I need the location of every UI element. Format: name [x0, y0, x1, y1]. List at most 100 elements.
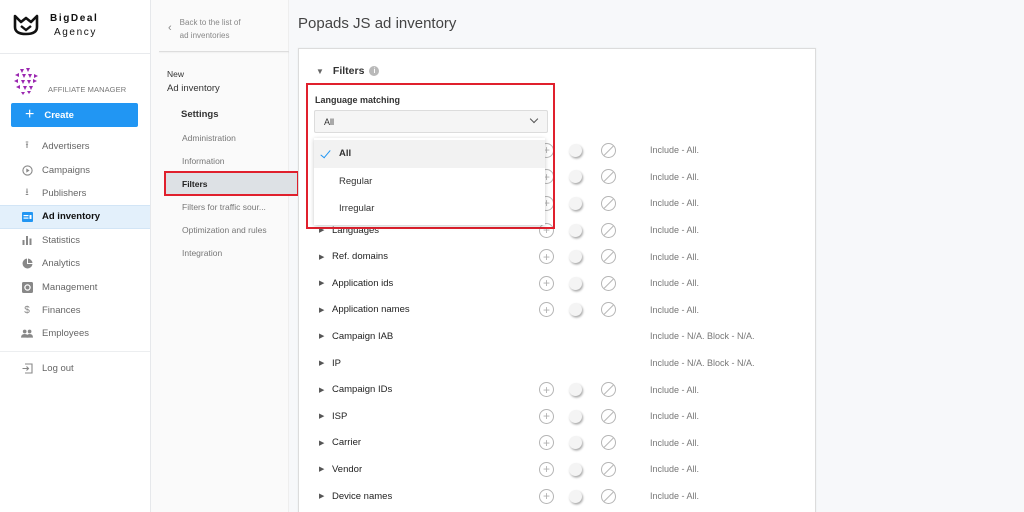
include-toggle[interactable]: [569, 276, 586, 290]
nav-item-statistics[interactable]: Statistics: [0, 229, 150, 252]
filter-status: Include - N/A. Block - N/A.: [650, 331, 755, 342]
include-toggle[interactable]: [569, 170, 586, 184]
include-toggle[interactable]: [569, 143, 586, 157]
add-circle-icon[interactable]: +: [539, 435, 554, 451]
block-icon[interactable]: [601, 382, 616, 398]
caret-right-icon[interactable]: ▶: [319, 359, 324, 367]
settings-item-optimization[interactable]: Optimization and rules: [165, 218, 298, 241]
block-icon[interactable]: [601, 222, 616, 238]
filter-row: ▶ Application names + Include - All.: [299, 297, 817, 324]
caret-right-icon[interactable]: ▶: [319, 279, 324, 287]
option-irregular[interactable]: Irregular: [314, 195, 545, 223]
caret-right-icon[interactable]: ▶: [319, 465, 324, 473]
role-label: AFFILIATE MANAGER: [48, 85, 127, 94]
nav-item-campaigns[interactable]: Campaigns: [0, 158, 150, 181]
add-circle-icon[interactable]: +: [539, 302, 554, 318]
logout-icon: [21, 362, 33, 374]
filter-label: Device names: [332, 490, 393, 502]
caret-right-icon[interactable]: ▶: [319, 332, 324, 340]
settings-heading: Settings: [181, 109, 219, 120]
settings-item-information[interactable]: Information: [165, 149, 298, 172]
settings-item-administration[interactable]: Administration: [165, 126, 298, 149]
block-icon[interactable]: [601, 435, 616, 451]
filter-row: ▶ Campaign IAB Include - N/A. Block - N/A.: [299, 323, 817, 350]
plus-icon: +: [25, 106, 35, 123]
nav-item-publishers[interactable]: ⭳ Publishers: [0, 182, 150, 205]
brand-name: BigDeal: [50, 13, 99, 24]
checkmark-icon: [320, 147, 331, 159]
include-toggle[interactable]: [569, 223, 586, 237]
toggle-knob: [569, 462, 582, 476]
include-toggle[interactable]: [569, 303, 586, 317]
nav-item-management[interactable]: Management: [0, 275, 150, 298]
filter-status: Include - All.: [650, 145, 700, 156]
info-icon[interactable]: i: [369, 66, 380, 76]
add-circle-icon[interactable]: +: [539, 382, 554, 398]
block-icon[interactable]: [601, 169, 616, 185]
caret-right-icon[interactable]: ▶: [319, 412, 324, 420]
nav-item-ad-inventory[interactable]: Ad inventory: [0, 205, 150, 229]
filter-status: Include - All.: [650, 171, 700, 182]
play-circle-icon: [21, 164, 33, 176]
include-toggle[interactable]: [569, 383, 586, 397]
include-toggle[interactable]: [569, 462, 586, 476]
logout-button[interactable]: Log out: [0, 357, 150, 380]
filter-status: Include - All.: [650, 437, 700, 448]
block-icon[interactable]: [601, 195, 616, 211]
caret-right-icon[interactable]: ▶: [319, 492, 324, 500]
filter-status: Include - All.: [650, 225, 700, 236]
gear-box-icon: [21, 281, 33, 293]
create-button[interactable]: + Create: [11, 103, 138, 127]
block-icon[interactable]: [601, 302, 616, 318]
back-to-list-link[interactable]: ‹ Back to the list of ad inventories: [168, 16, 288, 42]
settings-item-filters[interactable]: Filters: [164, 171, 299, 196]
option-regular[interactable]: Regular: [314, 168, 545, 196]
nav-item-analytics[interactable]: Analytics: [0, 252, 150, 275]
include-toggle[interactable]: [569, 409, 586, 423]
filters-section-toggle[interactable]: ▼ Filters i: [316, 65, 380, 77]
create-label: Create: [44, 109, 74, 121]
option-all[interactable]: All: [314, 140, 545, 168]
nav-item-finances[interactable]: $ Finances: [0, 299, 150, 322]
nav-label: Ad inventory: [42, 211, 101, 223]
language-matching-select[interactable]: All: [314, 110, 548, 133]
subnav-divider: [159, 51, 289, 52]
block-icon[interactable]: [601, 461, 616, 477]
caret-right-icon[interactable]: ▶: [319, 306, 324, 314]
block-icon[interactable]: [601, 249, 616, 265]
settings-item-traffic-source-filters[interactable]: Filters for traffic sour...: [165, 195, 298, 218]
main-nav: ⭱ Advertisers Campaigns ⭳ Publishers Ad …: [0, 135, 150, 380]
filter-status: Include - All.: [650, 384, 700, 395]
add-circle-icon[interactable]: +: [539, 488, 554, 504]
settings-item-integration[interactable]: Integration: [165, 241, 298, 264]
include-toggle[interactable]: [569, 436, 586, 450]
toggle-knob: [569, 436, 582, 450]
block-icon[interactable]: [601, 275, 616, 291]
nav-item-employees[interactable]: Employees: [0, 322, 150, 345]
caret-right-icon[interactable]: ▶: [319, 253, 324, 261]
include-toggle[interactable]: [569, 196, 586, 210]
caret-right-icon[interactable]: ▶: [319, 386, 324, 394]
add-circle-icon[interactable]: +: [539, 275, 554, 291]
toggle-knob: [569, 489, 582, 503]
add-circle-icon[interactable]: +: [539, 408, 554, 424]
include-toggle[interactable]: [569, 250, 586, 264]
caret-down-icon: ▼: [316, 66, 324, 76]
filter-status: Include - All.: [650, 198, 700, 209]
toggle-knob: [569, 250, 582, 264]
caret-right-icon[interactable]: ▶: [319, 439, 324, 447]
block-icon[interactable]: [601, 488, 616, 504]
filter-label: IP: [332, 357, 341, 369]
add-circle-icon[interactable]: +: [539, 249, 554, 265]
filter-label: Ref. domains: [332, 251, 388, 263]
nav-label: Analytics: [42, 258, 81, 270]
nav-item-advertisers[interactable]: ⭱ Advertisers: [0, 135, 150, 158]
filter-status: Include - All.: [650, 491, 700, 502]
option-label: Regular: [339, 175, 373, 187]
block-icon[interactable]: [601, 408, 616, 424]
block-icon[interactable]: [601, 142, 616, 158]
main-sidebar: BigDeal Agency AFFILIATE MANAGER + Creat…: [0, 0, 151, 512]
include-toggle[interactable]: [569, 489, 586, 503]
add-circle-icon[interactable]: +: [539, 461, 554, 477]
filter-status: Include - All.: [650, 411, 700, 422]
